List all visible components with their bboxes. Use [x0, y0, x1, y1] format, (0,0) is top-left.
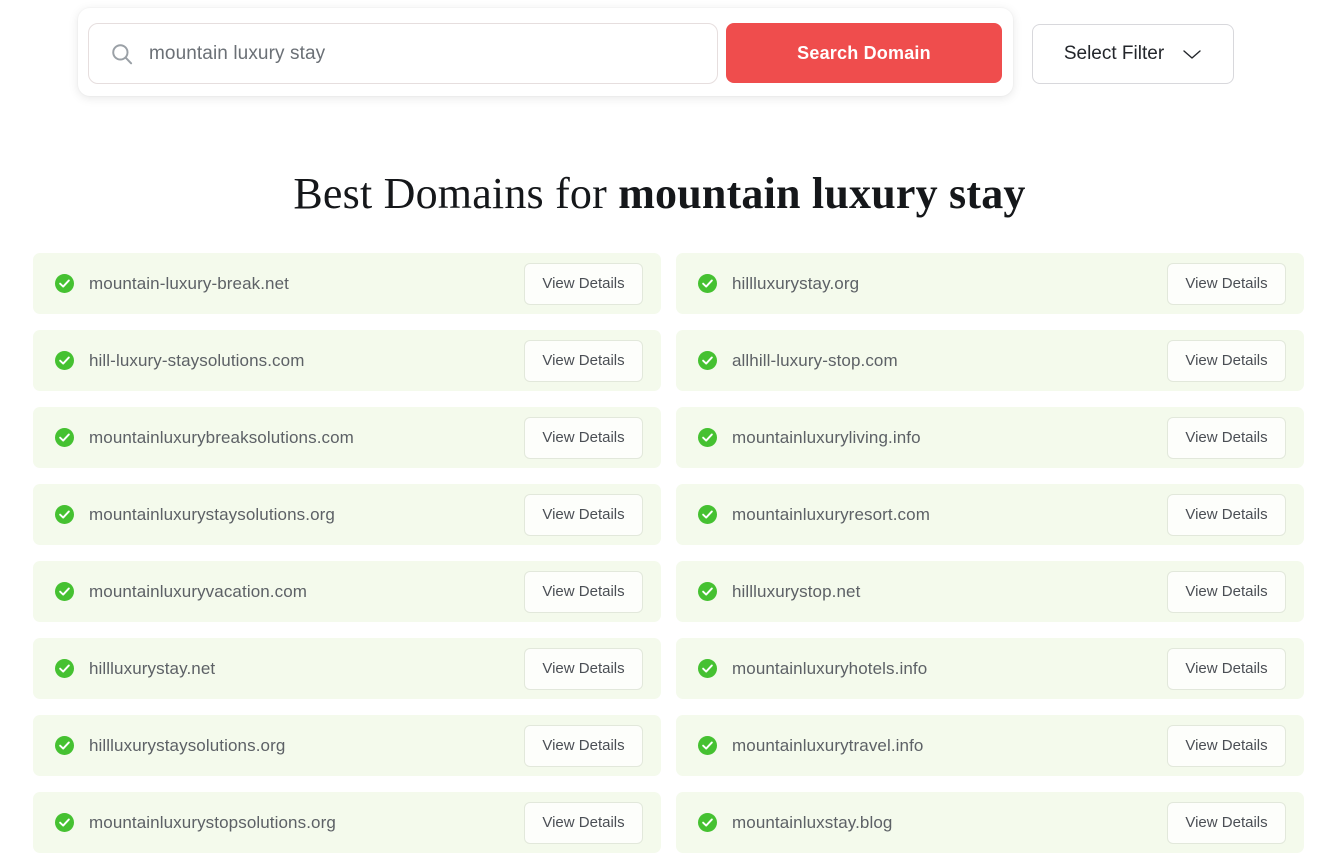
domain-result-row: hill-luxury-staysolutions.com View Detail…: [33, 330, 661, 391]
available-check-icon: [698, 659, 717, 678]
domain-result-row: mountainluxurybreaksolutions.com View Det…: [33, 407, 661, 468]
page-title-prefix: Best Domains for: [293, 169, 619, 218]
domain-result-row: mountainluxurystaysolutions.org View Deta…: [33, 484, 661, 545]
domain-name: hillluxurystay.net: [89, 658, 216, 678]
view-details-button[interactable]: View Details: [1167, 647, 1286, 690]
domain-name: allhill-luxury-stop.com: [732, 350, 898, 370]
domain-name: mountainluxurystaysolutions.org: [89, 504, 335, 524]
available-check-icon: [698, 813, 717, 832]
domain-result-row: allhill-luxury-stop.com View Details: [676, 330, 1304, 391]
view-details-button[interactable]: View Details: [1167, 339, 1286, 382]
view-details-button[interactable]: View Details: [524, 647, 643, 690]
view-details-button[interactable]: View Details: [1167, 416, 1286, 459]
domain-result-row: mountainluxuryliving.info View Details: [676, 407, 1304, 468]
available-check-icon: [55, 659, 74, 678]
available-check-icon: [55, 505, 74, 524]
chevron-down-icon: [1183, 50, 1201, 59]
domain-result-row: mountainluxstay.blog View Details: [676, 792, 1304, 853]
available-check-icon: [55, 582, 74, 601]
select-filter-label: Select Filter: [1063, 43, 1165, 64]
search-icon: [112, 43, 133, 64]
domain-result-row: mountainluxurystopsolutions.org View Deta…: [33, 792, 661, 853]
domain-name: mountainluxuryvacation.com: [89, 581, 308, 601]
domain-result-row: hillluxurystay.net View Details: [33, 638, 661, 699]
available-check-icon: [55, 813, 74, 832]
domain-name: hill-luxury-staysolutions.com: [89, 350, 305, 370]
domain-name: hillluxurystay.org: [732, 273, 860, 293]
available-check-icon: [55, 351, 74, 370]
domain-name: mountainluxuryresort.com: [732, 504, 930, 524]
view-details-button[interactable]: View Details: [1167, 493, 1286, 536]
search-input[interactable]: [147, 41, 691, 66]
domain-name: mountainluxuryliving.info: [732, 427, 921, 447]
available-check-icon: [698, 582, 717, 601]
available-check-icon: [698, 428, 717, 447]
available-check-icon: [698, 274, 717, 293]
available-check-icon: [698, 736, 717, 755]
domain-name: mountainluxurytravel.info: [732, 735, 924, 755]
view-details-button[interactable]: View Details: [524, 570, 643, 613]
search-input-container[interactable]: [88, 23, 718, 84]
view-details-button[interactable]: View Details: [1167, 801, 1286, 844]
view-details-button[interactable]: View Details: [1167, 262, 1286, 305]
view-details-button[interactable]: View Details: [1167, 724, 1286, 767]
view-details-button[interactable]: View Details: [524, 339, 643, 382]
view-details-button[interactable]: View Details: [524, 724, 643, 767]
domain-result-row: hillluxurystay.org View Details: [676, 253, 1304, 314]
page-title-keyword: mountain luxury stay: [618, 169, 1026, 218]
domain-name: mountainluxuryhotels.info: [732, 658, 928, 678]
view-details-button[interactable]: View Details: [1167, 570, 1286, 613]
search-bar-area: Search Domain Select Filter: [0, 0, 1319, 100]
domain-result-row: mountainluxurytravel.info View Details: [676, 715, 1304, 776]
available-check-icon: [55, 736, 74, 755]
domain-name: mountainluxurystopsolutions.org: [89, 812, 336, 832]
view-details-button[interactable]: View Details: [524, 262, 643, 305]
available-check-icon: [55, 274, 74, 293]
domain-result-row: mountain-luxury-break.net View Details: [33, 253, 661, 314]
view-details-button[interactable]: View Details: [524, 493, 643, 536]
available-check-icon: [698, 505, 717, 524]
domain-result-row: hillluxurystop.net View Details: [676, 561, 1304, 622]
view-details-button[interactable]: View Details: [524, 416, 643, 459]
available-check-icon: [55, 428, 74, 447]
view-details-button[interactable]: View Details: [524, 801, 643, 844]
domain-result-row: hillluxurystaysolutions.org View Details: [33, 715, 661, 776]
domain-name: mountainluxurybreaksolutions.com: [89, 427, 354, 447]
domain-name: hillluxurystop.net: [732, 581, 861, 601]
domain-name: hillluxurystaysolutions.org: [89, 735, 286, 755]
available-check-icon: [698, 351, 717, 370]
domain-name: mountainluxstay.blog: [732, 812, 893, 832]
search-domain-button[interactable]: Search Domain: [726, 23, 1002, 83]
domain-result-row: mountainluxuryresort.com View Details: [676, 484, 1304, 545]
domain-name: mountain-luxury-break.net: [89, 273, 289, 293]
select-filter-dropdown[interactable]: Select Filter: [1032, 24, 1234, 84]
domain-results-grid: mountain-luxury-break.net View Details hil…: [0, 253, 1319, 853]
domain-result-row: mountainluxuryhotels.info View Details: [676, 638, 1304, 699]
domain-result-row: mountainluxuryvacation.com View Details: [33, 561, 661, 622]
page-title: Best Domains for mountain luxury stay: [0, 100, 1319, 219]
